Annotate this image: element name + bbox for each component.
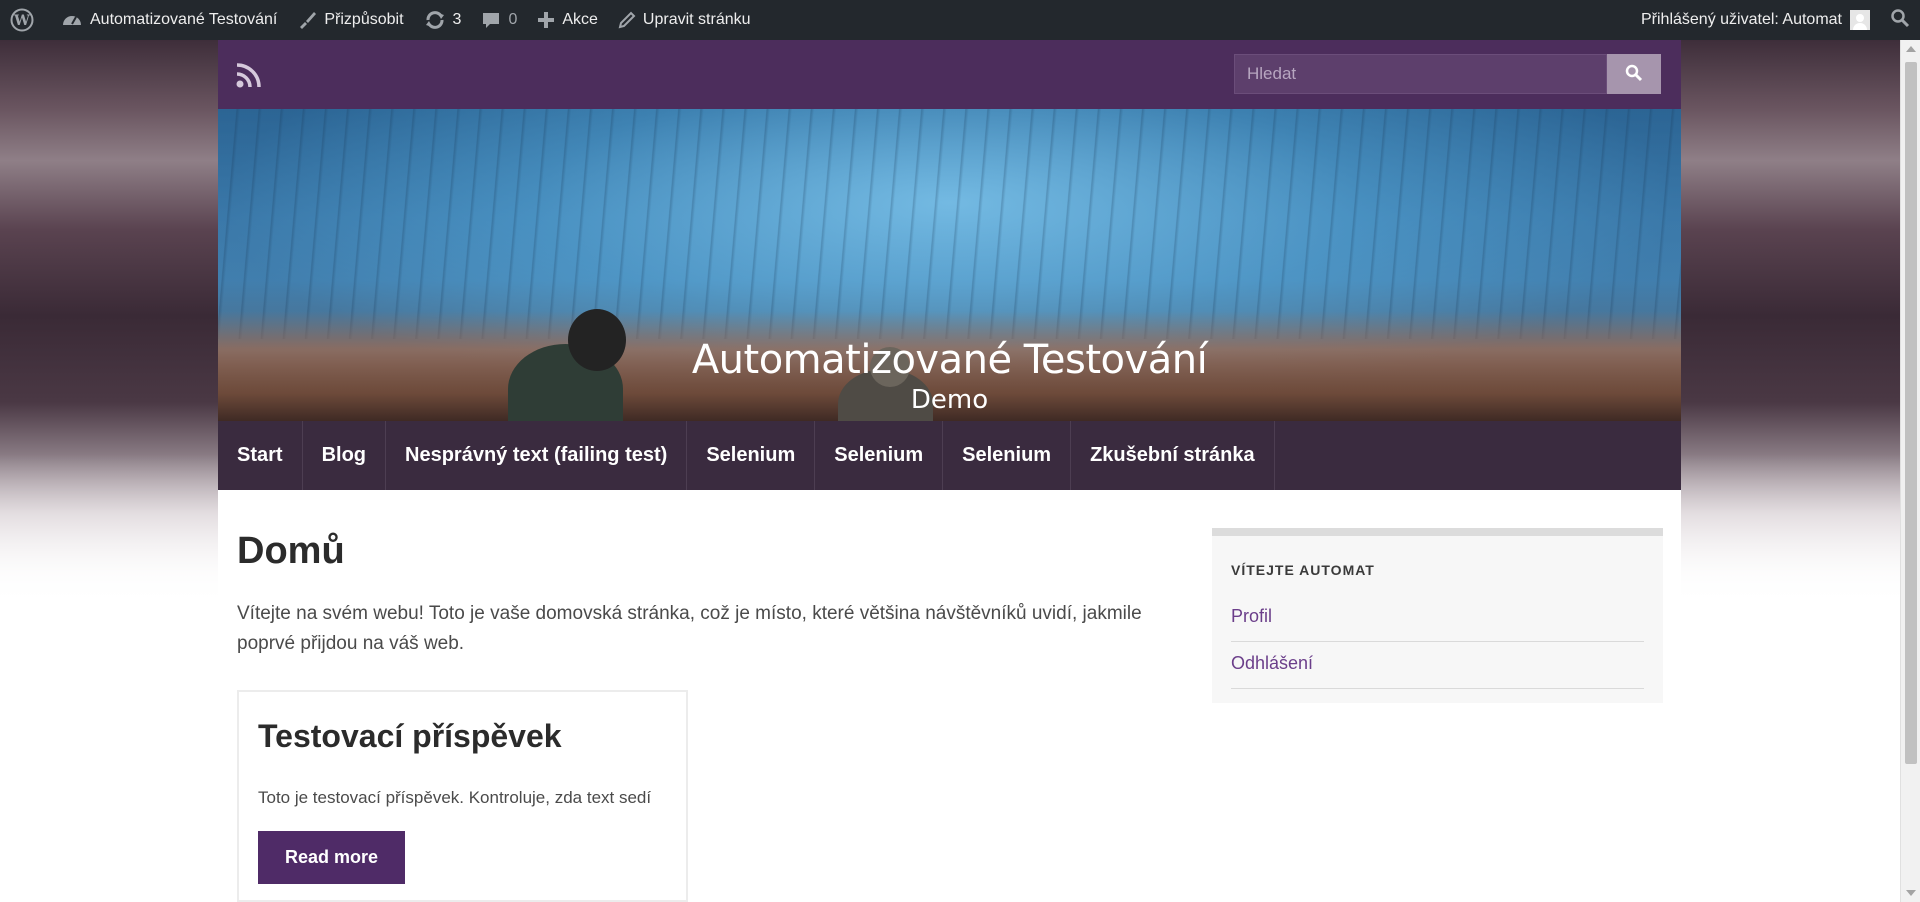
brush-icon [297,10,317,30]
comment-icon [481,10,501,30]
customize-label: Přizpůsobit [324,11,404,28]
profile-link[interactable]: Profil [1231,606,1644,642]
edit-page-label: Upravit stránku [642,11,751,28]
widget-title: VÍTEJTE AUTOMAT [1231,562,1375,578]
site-container: Automatizované Testování Demo Start Blog… [218,40,1681,902]
read-more-button[interactable]: Read more [258,831,405,884]
scrollbar-thumb[interactable] [1905,62,1917,764]
nav-item-selenium-3[interactable]: Selenium [943,421,1072,490]
site-search-button[interactable] [1607,54,1661,94]
page-intro-text: Vítejte na svém webu! Toto je vaše domov… [237,603,1142,654]
nav-item-failing-test[interactable]: Nesprávný text (failing test) [386,421,688,490]
new-content-menu[interactable]: Akce [527,0,608,40]
avatar [1850,10,1870,30]
customize-link[interactable]: Přizpůsobit [287,0,413,40]
adminbar-search-button[interactable] [1880,0,1920,40]
site-description: Demo [910,385,989,415]
nav-item-blog[interactable]: Blog [303,421,387,490]
new-content-label: Akce [562,11,598,28]
admin-bar-secondary: Přihlášený uživatel: Automat [1631,0,1920,40]
updates-link[interactable]: 3 [414,0,472,40]
page-title: Domů [237,530,345,572]
post-card: Testovací příspěvek Toto je testovací př… [237,690,688,902]
rss-feed-icon[interactable] [236,62,262,93]
site-name-label: Automatizované Testování [90,11,278,28]
svg-text:W: W [13,13,30,29]
scroll-down-arrow-icon[interactable] [1901,884,1920,902]
updates-icon [424,10,446,30]
wp-logo-menu[interactable]: W [0,0,51,40]
welcome-widget: VÍTEJTE AUTOMAT Profil Odhlášení [1212,528,1663,703]
post-excerpt: Toto je testovací příspěvek. Kontroluje,… [258,788,652,807]
comments-count: 0 [508,11,518,28]
dashboard-icon [61,11,83,29]
post-title[interactable]: Testovací příspěvek [258,718,562,755]
updates-count: 3 [452,11,462,28]
search-icon [1625,64,1643,85]
nav-item-start[interactable]: Start [218,421,303,490]
my-account-menu[interactable]: Přihlášený uživatel: Automat [1631,0,1880,40]
scroll-up-arrow-icon[interactable] [1901,40,1920,58]
logout-link[interactable]: Odhlášení [1231,653,1644,689]
header-trees-decoration [218,109,1681,339]
edit-page-link[interactable]: Upravit stránku [608,0,761,40]
site-name-menu[interactable]: Automatizované Testování [51,0,287,40]
site-search-input[interactable] [1234,54,1607,94]
primary-navigation: Start Blog Nesprávný text (failing test)… [218,421,1681,490]
header-image: Automatizované Testování Demo [218,109,1681,421]
page-scrollbar[interactable] [1900,40,1920,902]
comments-link[interactable]: 0 [471,0,527,40]
user-greeting: Přihlášený uživatel: Automat [1641,11,1842,28]
nav-item-selenium-1[interactable]: Selenium [687,421,816,490]
plus-icon [537,11,555,29]
nav-item-selenium-2[interactable]: Selenium [815,421,944,490]
pencil-icon [618,11,636,29]
admin-bar: W Automatizované Testování Přizpůsobit 3… [0,0,1920,40]
search-icon [1890,8,1910,33]
site-title[interactable]: Automatizované Testování [218,337,1681,383]
wordpress-icon: W [10,8,34,32]
nav-item-sample-page[interactable]: Zkušební stránka [1071,421,1275,490]
site-top-bar [218,40,1681,109]
